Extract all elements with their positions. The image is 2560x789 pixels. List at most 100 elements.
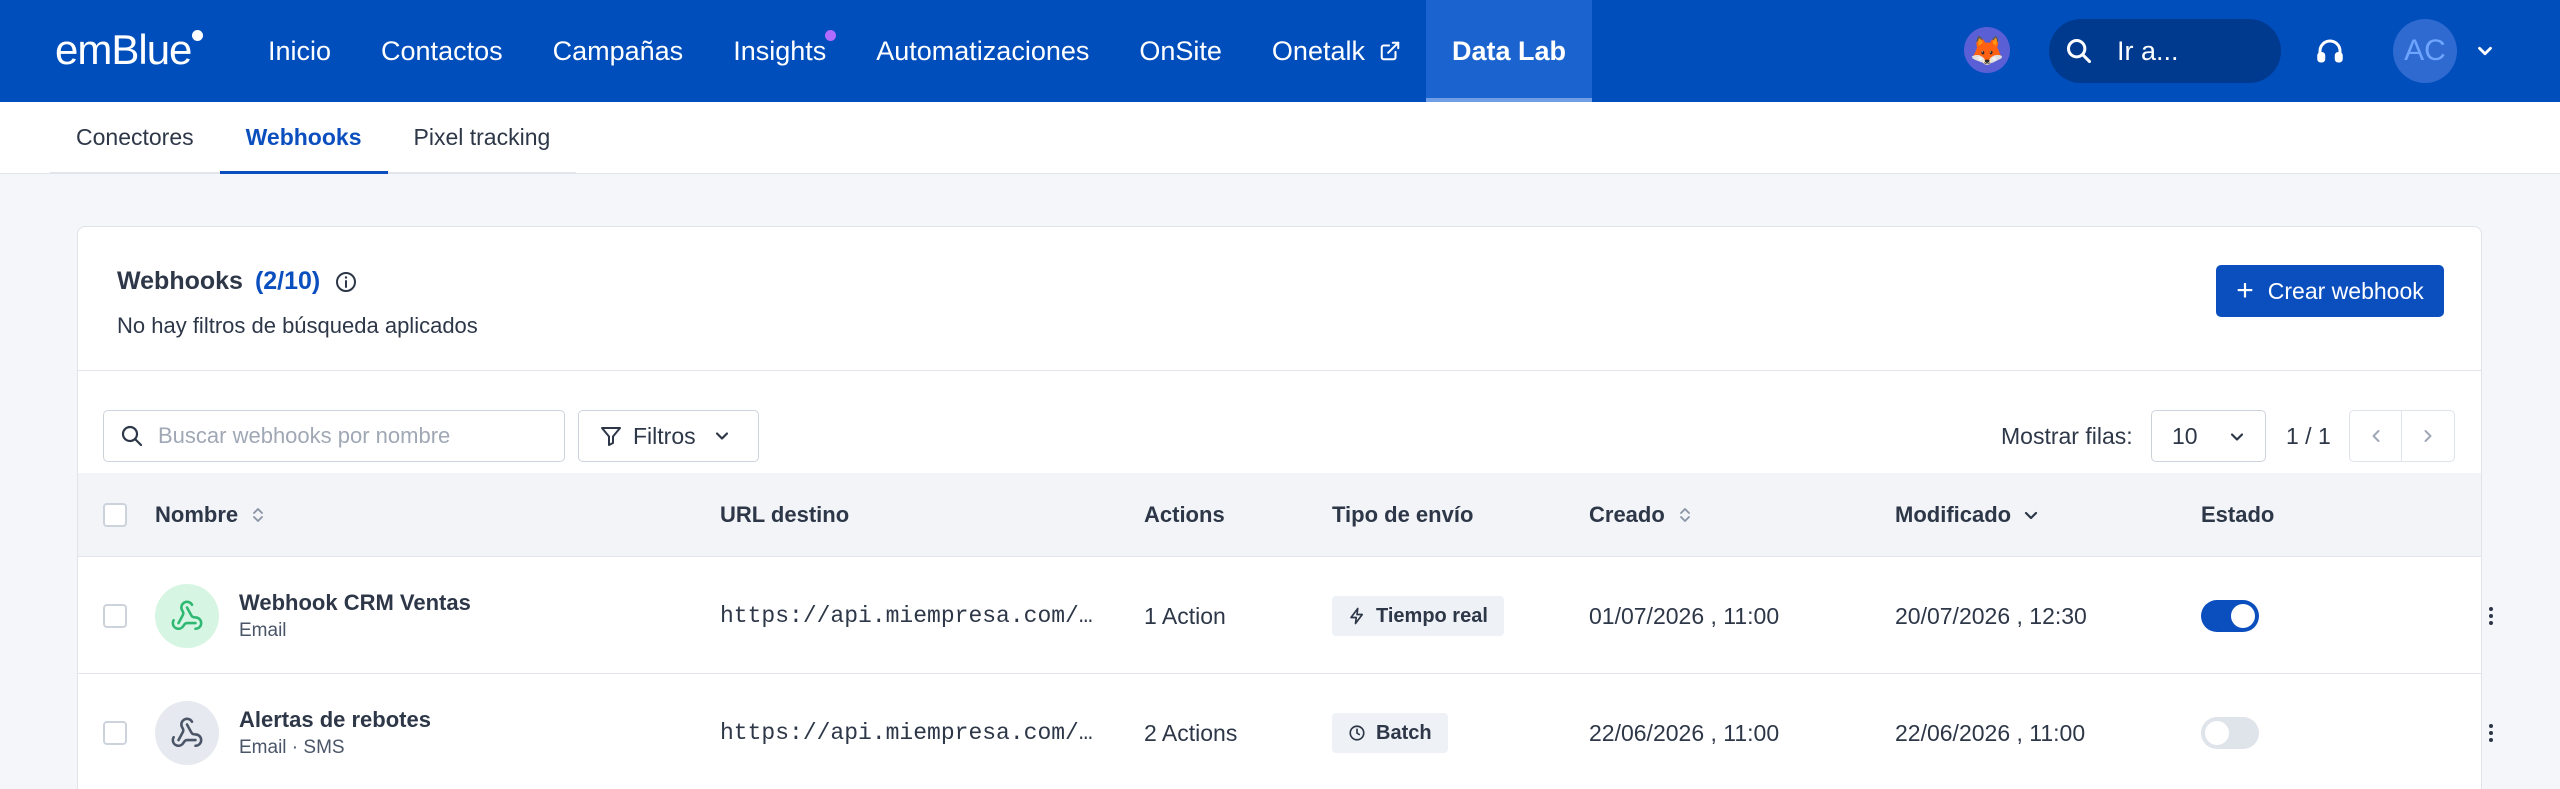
column-header-actions: Actions xyxy=(1144,502,1225,527)
row-select-cell xyxy=(103,558,127,674)
name-cell: Webhook CRM Ventas Email xyxy=(155,558,471,674)
chevron-down-icon[interactable] xyxy=(2474,40,2496,62)
tab-webhooks[interactable]: Webhooks xyxy=(219,102,388,174)
search-icon xyxy=(2066,38,2092,64)
prev-page-button[interactable] xyxy=(2349,410,2402,462)
create-webhook-button[interactable]: + Crear webhook xyxy=(2216,265,2444,317)
send-type-cell: Batch xyxy=(1332,675,1448,789)
column-header-creado[interactable]: Creado xyxy=(1589,473,1693,557)
kebab-menu-icon[interactable] xyxy=(2479,721,2503,745)
webhook-channels: Email · SMS xyxy=(239,737,345,758)
select-all-cell xyxy=(103,473,127,557)
global-search-button[interactable]: Ir a... xyxy=(2049,19,2281,83)
main-nav: Inicio Contactos Campañas Insights Autom… xyxy=(243,0,1593,102)
chevron-left-icon xyxy=(2372,430,2379,442)
filters-button[interactable]: Filtros xyxy=(578,410,759,462)
webhook-name[interactable]: Alertas de rebotes xyxy=(239,707,431,733)
destination-url: https://api.miempresa.com/… xyxy=(720,603,1093,629)
column-header-tipo-envio: Tipo de envío xyxy=(1332,502,1474,527)
row-checkbox[interactable] xyxy=(103,721,127,745)
destination-url: https://api.miempresa.com/… xyxy=(720,720,1093,746)
row-select-cell xyxy=(103,675,127,789)
status-toggle[interactable] xyxy=(2201,717,2259,749)
user-avatar[interactable]: AC xyxy=(2393,19,2457,83)
top-navigation: emBlue Inicio Contactos Campañas Insight… xyxy=(0,0,2560,102)
nav-item-onetalk[interactable]: Onetalk xyxy=(1247,0,1426,102)
send-type-cell: Tiempo real xyxy=(1332,558,1504,674)
search-field[interactable] xyxy=(103,410,565,462)
tab-conectores[interactable]: Conectores xyxy=(50,102,220,172)
actions-cell: 1 Action xyxy=(1144,558,1226,674)
webhook-name[interactable]: Webhook CRM Ventas xyxy=(239,590,471,616)
assistant-avatar[interactable]: 🦊 xyxy=(1964,27,2010,73)
modified-cell: 20/07/2026 , 12:30 xyxy=(1895,602,2087,629)
webhook-icon xyxy=(155,584,219,648)
search-icon xyxy=(121,425,143,447)
external-link-icon xyxy=(1380,41,1400,61)
rows-per-page-select[interactable]: 10 xyxy=(2151,410,2266,462)
actions-count: 2 Actions xyxy=(1144,719,1238,746)
send-type-badge: Batch xyxy=(1332,713,1448,753)
column-header-nombre[interactable]: Nombre xyxy=(155,473,266,557)
fox-icon: 🦊 xyxy=(1969,34,2005,66)
tab-pixel-tracking[interactable]: Pixel tracking xyxy=(388,102,577,172)
webhooks-card: Webhooks (2/10) No hay filtros de búsque… xyxy=(77,226,2493,789)
nav-item-automatizaciones[interactable]: Automatizaciones xyxy=(851,0,1114,102)
modified-cell: 22/06/2026 , 11:00 xyxy=(1895,719,2086,746)
name-cell: Alertas de rebotes Email · SMS xyxy=(155,675,431,789)
row-menu-cell xyxy=(2479,558,2503,674)
nav-item-data-lab[interactable]: Data Lab xyxy=(1425,0,1593,102)
chevron-down-icon xyxy=(715,432,728,440)
status-cell xyxy=(2201,558,2259,674)
actions-cell: 2 Actions xyxy=(1144,675,1237,789)
status-toggle[interactable] xyxy=(2201,600,2259,632)
global-search-label: Ir a... xyxy=(2117,35,2179,66)
plus-icon: + xyxy=(2236,274,2254,307)
row-checkbox[interactable] xyxy=(103,604,127,628)
rows-per-page-label: Mostrar filas: xyxy=(2001,423,2133,449)
nav-item-campanas[interactable]: Campañas xyxy=(528,0,709,102)
page-indicator: 1 / 1 xyxy=(2286,423,2331,449)
emblue-logo[interactable]: emBlue xyxy=(55,24,204,76)
send-type-badge: Tiempo real xyxy=(1332,596,1504,636)
page-title: Webhooks (2/10) xyxy=(117,267,358,296)
nav-item-insights[interactable]: Insights xyxy=(708,0,851,102)
toggle-knob xyxy=(2205,721,2229,745)
logo-dot xyxy=(192,30,204,41)
info-icon[interactable] xyxy=(334,270,358,294)
url-cell: https://api.miempresa.com/… xyxy=(720,558,1093,674)
created-cell: 22/06/2026 , 11:00 xyxy=(1589,719,1780,746)
table-row[interactable]: Webhook CRM Ventas Email https://api.mie… xyxy=(78,558,2493,674)
clock-icon xyxy=(1349,725,1365,741)
sort-icon xyxy=(1679,508,1690,522)
webhook-count: (2/10) xyxy=(254,267,321,295)
status-cell xyxy=(2201,675,2259,789)
search-input[interactable] xyxy=(158,423,538,449)
row-menu-cell xyxy=(2479,675,2503,789)
column-header-modificado[interactable]: Modificado xyxy=(1895,473,2039,557)
logo-text: emBlue xyxy=(55,26,192,73)
sub-tabs-bar: Conectores Webhooks Pixel tracking xyxy=(0,102,2560,174)
column-header-url: URL destino xyxy=(720,502,850,527)
sort-desc-icon xyxy=(2025,511,2038,520)
nav-item-inicio[interactable]: Inicio xyxy=(243,0,356,102)
chevron-down-icon xyxy=(2230,433,2244,441)
select-all-checkbox[interactable] xyxy=(103,503,127,527)
webhook-icon xyxy=(155,701,219,765)
next-page-button[interactable] xyxy=(2402,410,2455,462)
filters-status: No hay filtros de búsqueda aplicados xyxy=(117,313,478,338)
table-header: Nombre URL destino Actions Tipo de envío… xyxy=(78,473,2481,557)
nav-item-onsite[interactable]: OnSite xyxy=(1114,0,1247,102)
sub-tabs: Conectores Webhooks Pixel tracking xyxy=(50,102,577,174)
webhook-channels: Email xyxy=(239,620,287,641)
filter-icon xyxy=(601,427,621,446)
kebab-menu-icon[interactable] xyxy=(2479,604,2503,628)
chevron-right-icon xyxy=(2424,430,2432,442)
url-cell: https://api.miempresa.com/… xyxy=(720,675,1093,789)
column-header-estado: Estado xyxy=(2201,502,2275,527)
card-header: Webhooks (2/10) No hay filtros de búsque… xyxy=(78,227,2481,371)
toggle-knob xyxy=(2231,604,2255,628)
table-row[interactable]: Alertas de rebotes Email · SMS https://a… xyxy=(78,675,2493,789)
headset-icon[interactable] xyxy=(2315,36,2345,66)
nav-item-contactos[interactable]: Contactos xyxy=(356,0,528,102)
